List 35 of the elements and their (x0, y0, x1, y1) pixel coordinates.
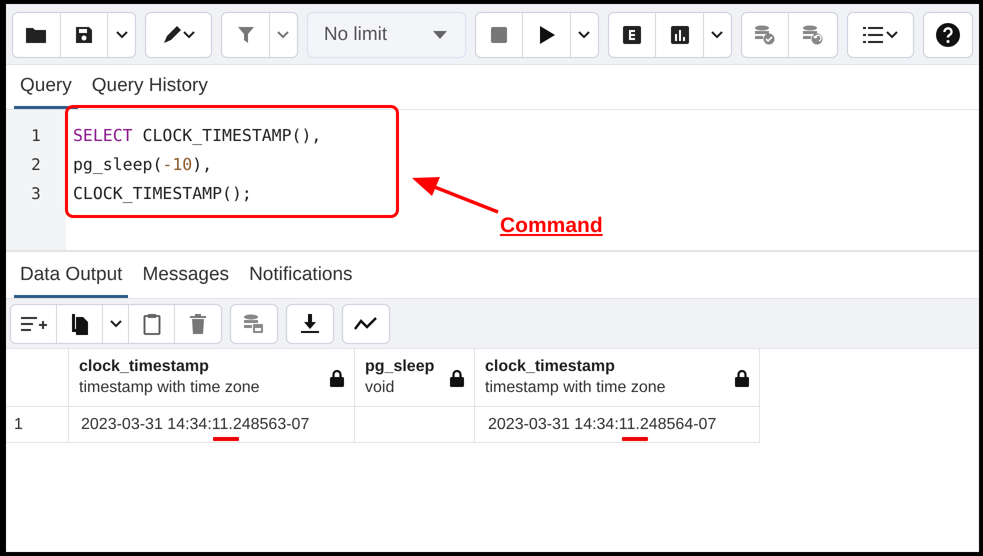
underline-mark (622, 437, 648, 441)
table-cell: 2023-03-31 14:34:11.248564-07 (488, 416, 716, 434)
code-line: pg_sleep(-10), (73, 154, 214, 176)
column-name: pg_sleep (365, 358, 434, 376)
database-check-icon[interactable] (742, 13, 790, 57)
code-line: SELECT CLOCK_TIMESTAMP(), (73, 125, 322, 147)
list-icon[interactable] (848, 13, 914, 57)
limit-select[interactable]: No limit (306, 12, 466, 58)
pen-icon[interactable] (146, 13, 212, 57)
editor-tab[interactable]: Query History (86, 65, 214, 109)
result-tab[interactable]: Messages (136, 254, 236, 298)
folder-icon[interactable] (13, 13, 61, 57)
column-name: clock_timestamp (485, 358, 616, 376)
line-number: 3 (31, 183, 41, 205)
download-icon[interactable] (287, 305, 333, 343)
column-type: timestamp with time zone (485, 379, 666, 397)
column-type: void (365, 379, 396, 397)
table-cell: 2023-03-31 14:34:11.248563-07 (81, 416, 310, 434)
help-icon[interactable] (924, 13, 972, 57)
column-type: timestamp with time zone (79, 379, 260, 397)
add-row-icon[interactable] (11, 305, 57, 343)
code-line: CLOCK_TIMESTAMP(); (73, 183, 253, 205)
line-chart-icon[interactable] (343, 305, 389, 343)
dropdown-icon (432, 31, 447, 39)
row-number: 1 (14, 416, 23, 434)
underline-mark (213, 437, 239, 441)
annotation-label: Command (500, 214, 603, 238)
column-name: clock_timestamp (79, 358, 210, 376)
line-number: 2 (31, 154, 41, 176)
database-save-icon[interactable] (231, 305, 277, 343)
filter-icon[interactable] (222, 13, 270, 57)
explain-icon[interactable] (608, 13, 656, 57)
line-number: 1 (31, 125, 41, 147)
stop-icon[interactable] (476, 13, 524, 57)
result-tab[interactable]: Notifications (243, 254, 359, 298)
